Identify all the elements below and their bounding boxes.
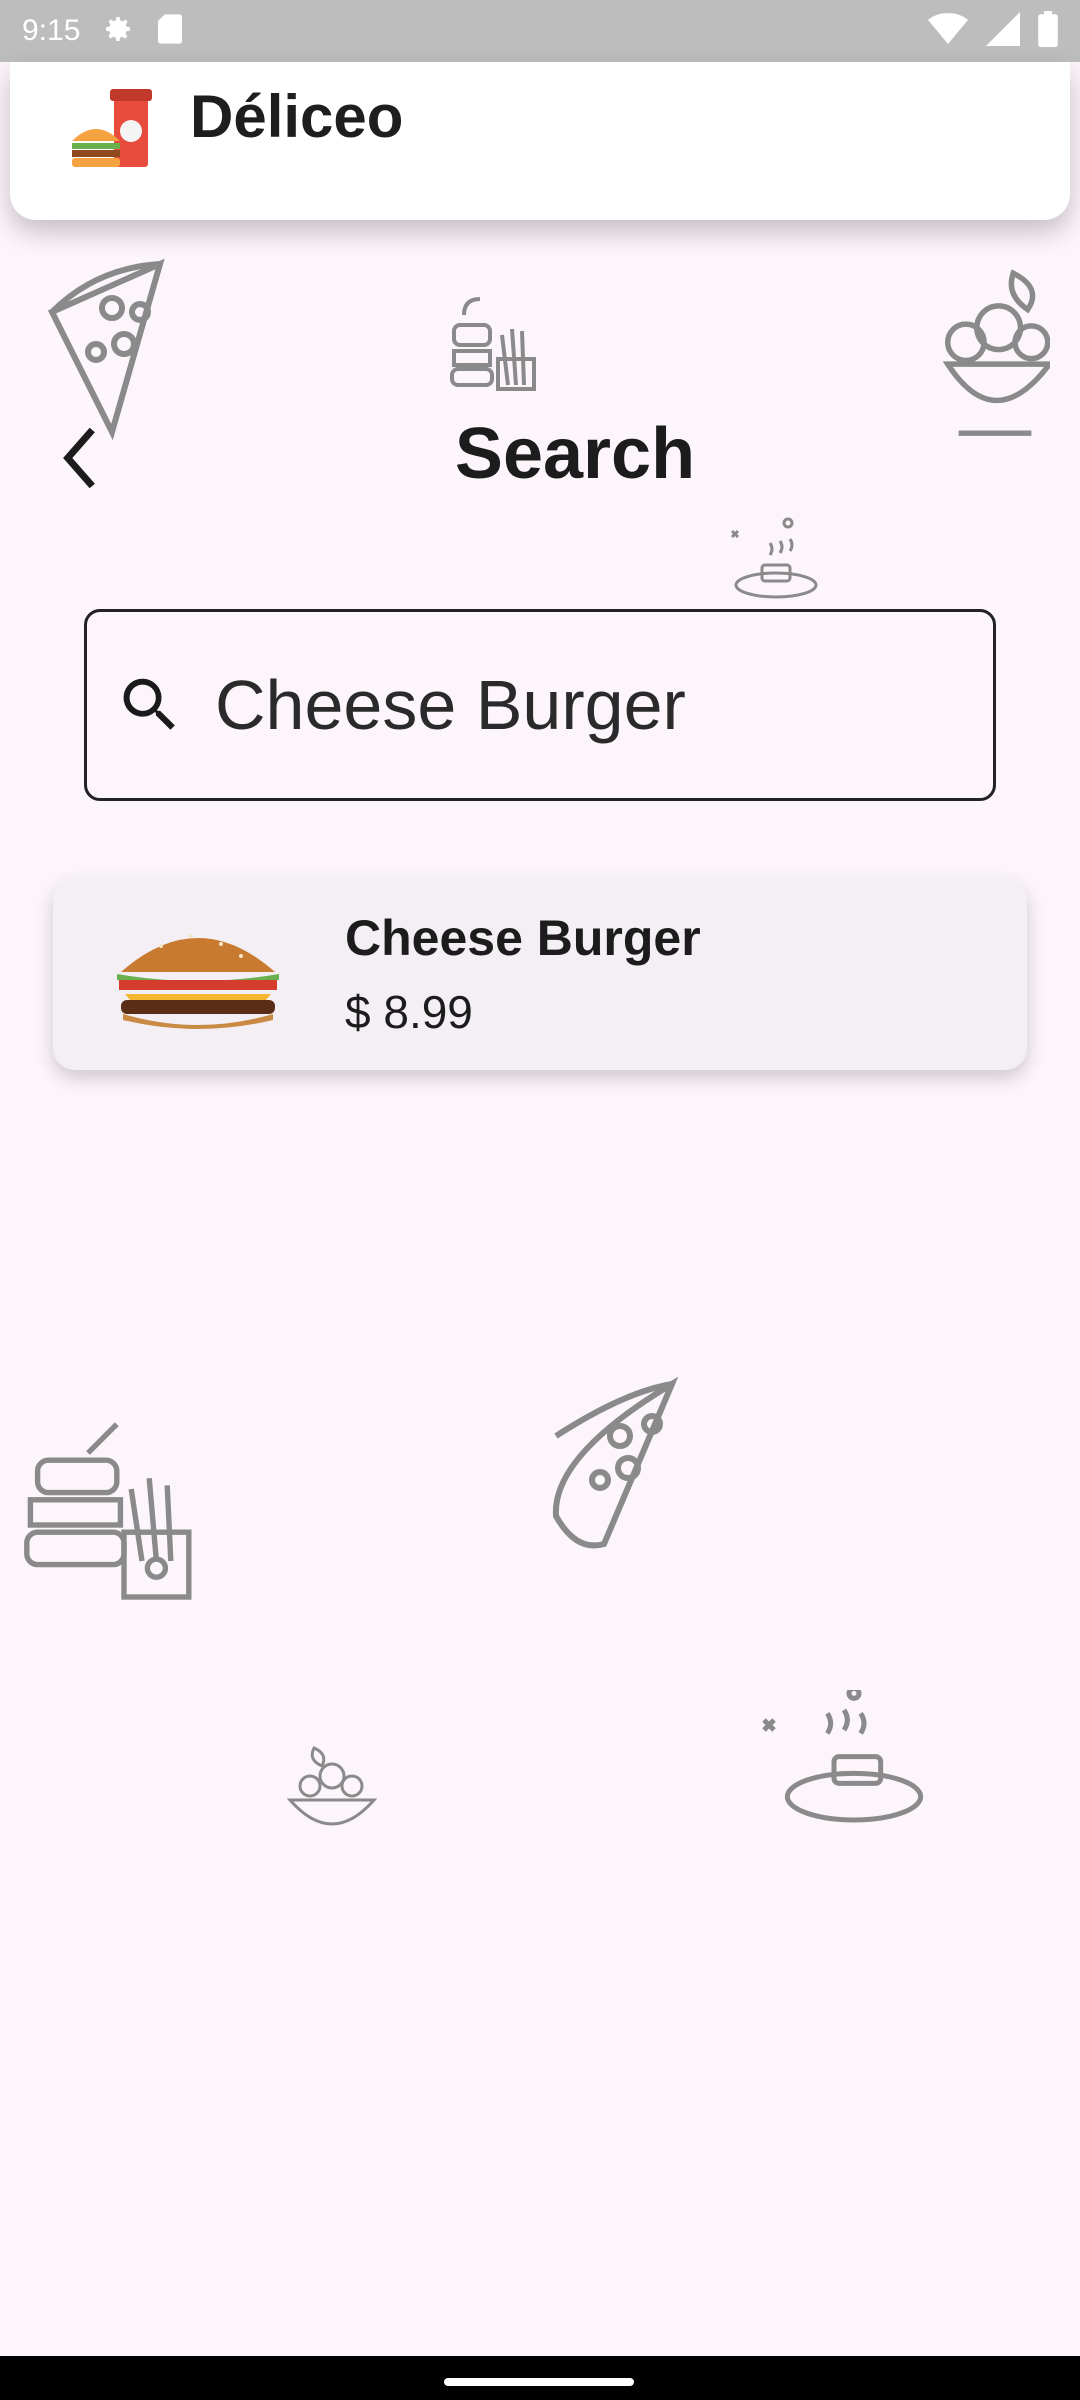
food-price: $ 8.99 xyxy=(345,986,473,1038)
signal-icon xyxy=(986,11,1020,51)
search-field[interactable] xyxy=(84,609,996,801)
gear-icon xyxy=(102,13,134,50)
dish-doodle-icon xyxy=(726,515,826,605)
app-title: Déliceo xyxy=(190,82,404,150)
food-name: Cheese Burger xyxy=(345,910,701,966)
fastfood-doodle-icon xyxy=(16,1416,196,1616)
status-bar: 9:15 xyxy=(0,0,1080,62)
app-bar: Déliceo xyxy=(10,62,1070,220)
pizza-doodle-icon xyxy=(544,1376,744,1576)
wifi-icon xyxy=(928,12,968,51)
list-item[interactable]: Cheese Burger $ 8.99 xyxy=(53,878,1027,1070)
salad-bowl-doodle-icon xyxy=(284,1738,380,1848)
dish-doodle-icon xyxy=(754,1690,934,1840)
cheese-burger-image xyxy=(111,914,285,1034)
burger-drink-logo xyxy=(68,81,168,181)
search-input[interactable] xyxy=(213,664,977,746)
home-handle[interactable] xyxy=(444,2378,634,2386)
page-title: Search xyxy=(454,414,696,494)
search-icon xyxy=(115,670,185,740)
battery-icon xyxy=(1038,10,1058,52)
sd-card-icon xyxy=(156,13,184,50)
fastfood-doodle-icon xyxy=(446,295,546,405)
status-time: 9:15 xyxy=(22,14,81,47)
